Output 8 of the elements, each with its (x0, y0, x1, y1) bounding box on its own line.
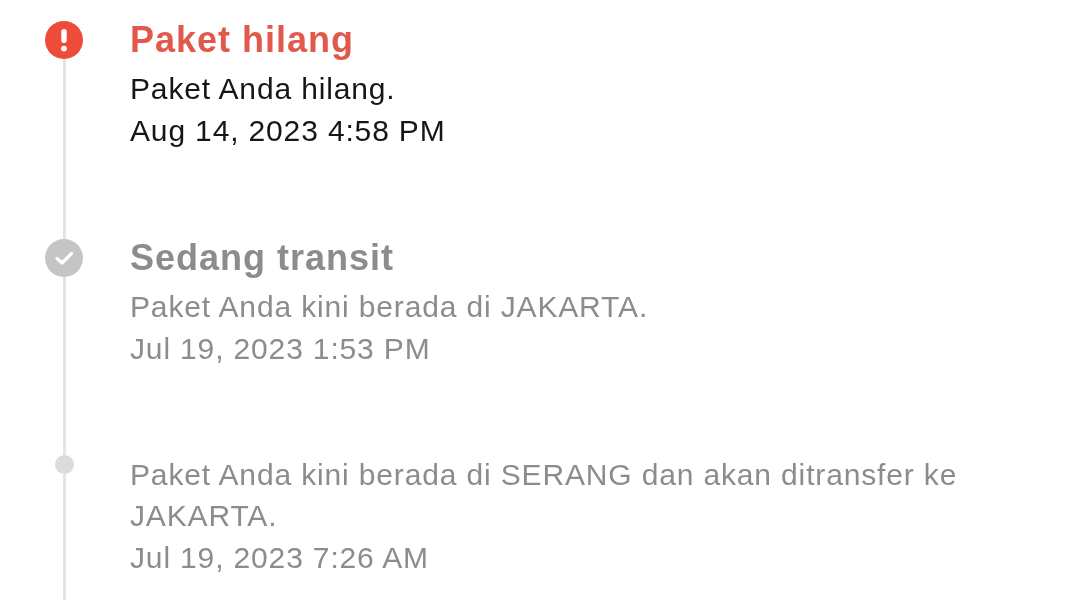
event-title: Paket hilang (130, 18, 355, 62)
event-timestamp: Jul 19, 2023 7:26 AM (130, 540, 429, 576)
event-timestamp: Jul 19, 2023 1:53 PM (130, 331, 431, 367)
event-description: Paket Anda kini berada di JAKARTA. (130, 289, 649, 325)
event-timestamp: Aug 14, 2023 4:58 PM (130, 113, 446, 149)
event-description: Paket Anda hilang. (130, 71, 396, 107)
event-title: Sedang transit (130, 236, 395, 280)
event-description: Paket Anda kini berada di SERANG dan akan ditransfer ke JAKARTA. (130, 457, 959, 534)
